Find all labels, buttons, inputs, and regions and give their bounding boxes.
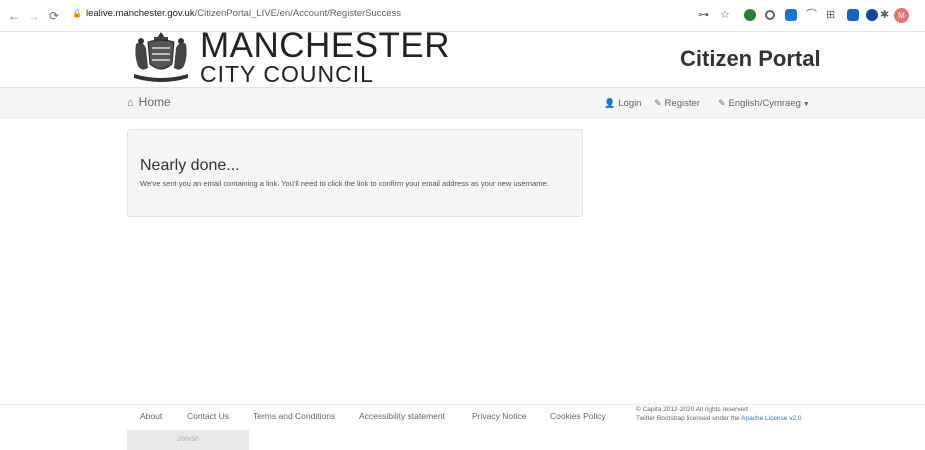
url-host: lealive.manchester.gov.uk: [85, 8, 195, 19]
council-crest-logo[interactable]: [130, 28, 192, 84]
bootstrap-line: Twitter Bootstrap licensed under the Apa…: [636, 414, 802, 423]
extension-green-icon[interactable]: [744, 9, 756, 21]
lock-icon: 🔒: [72, 9, 82, 18]
footer-link-terms[interactable]: Terms and Conditions: [253, 410, 335, 422]
portal-title: Citizen Portal: [680, 46, 821, 71]
copyright-line: © Capita 2012-2020 All rights reserved: [636, 406, 748, 413]
brand-subtitle: CITY COUNCIL: [200, 61, 374, 87]
home-link[interactable]: ⌂ Home: [127, 95, 171, 110]
user-icon: 👤: [604, 98, 616, 108]
extension-wave-icon[interactable]: ⌒: [806, 8, 817, 22]
register-link[interactable]: ✎ Register: [654, 97, 700, 110]
footer-link-cookies[interactable]: Cookies Policy: [550, 410, 606, 422]
reload-icon[interactable]: ⟳: [49, 9, 59, 23]
register-label: Register: [664, 98, 700, 109]
back-arrow-icon[interactable]: ←: [8, 9, 20, 23]
extension-circle-icon[interactable]: [765, 10, 775, 20]
panel-message: We've sent you an email containing a lin…: [140, 179, 549, 188]
apache-license-link[interactable]: Apache License v2.0: [741, 415, 801, 422]
language-dropdown[interactable]: ✎ English/Cymraeg ▼: [718, 97, 810, 111]
login-label: Login: [618, 98, 642, 109]
login-link[interactable]: 👤 Login: [604, 97, 641, 110]
extension-grid-icon[interactable]: ⊞: [826, 8, 835, 22]
profile-avatar[interactable]: M: [894, 8, 909, 23]
key-icon[interactable]: ⊶: [698, 8, 709, 22]
extension-square-icon[interactable]: [847, 9, 859, 21]
url-path: /CitizenPortal_LIVE/en/Account/RegisterS…: [194, 8, 402, 19]
bootstrap-text: Twitter Bootstrap licensed under the: [636, 415, 740, 422]
footer-placeholder-image: 200x50: [127, 430, 249, 450]
main-navbar: ⌂ Home 👤 Login ✎ Register ✎ English/Cymraeg ▼: [0, 87, 925, 118]
brand-name: MANCHESTER: [200, 26, 451, 65]
extension-dark-icon[interactable]: [866, 9, 878, 21]
address-bar[interactable]: 🔒 lealive.manchester.gov.uk/CitizenPortal…: [72, 8, 401, 20]
forward-arrow-icon[interactable]: →: [28, 9, 40, 23]
extension-blue-icon[interactable]: [785, 9, 797, 21]
footer-link-about[interactable]: About: [140, 410, 162, 422]
placeholder-label: 200x50: [177, 436, 199, 443]
home-label: Home: [138, 95, 171, 109]
language-label: English/Cymraeg: [728, 98, 801, 109]
footer-link-contact[interactable]: Contact Us: [187, 410, 229, 422]
caret-down-icon: ▼: [802, 101, 810, 108]
copyright-text: © Capita 2012-2020 All rights reserved T…: [636, 405, 802, 423]
home-icon: ⌂: [127, 97, 134, 109]
panel-heading: Nearly done...: [140, 157, 240, 174]
register-success-panel: Nearly done... We've sent you an email c…: [127, 129, 583, 217]
footer-link-accessibility[interactable]: Accessibility statement: [359, 410, 445, 422]
edit-icon: ✎: [654, 98, 662, 108]
star-icon[interactable]: ☆: [720, 8, 730, 22]
puzzle-icon[interactable]: ✱: [880, 8, 889, 22]
edit-icon: ✎: [718, 98, 726, 108]
footer-link-privacy[interactable]: Privacy Notice: [472, 410, 526, 422]
